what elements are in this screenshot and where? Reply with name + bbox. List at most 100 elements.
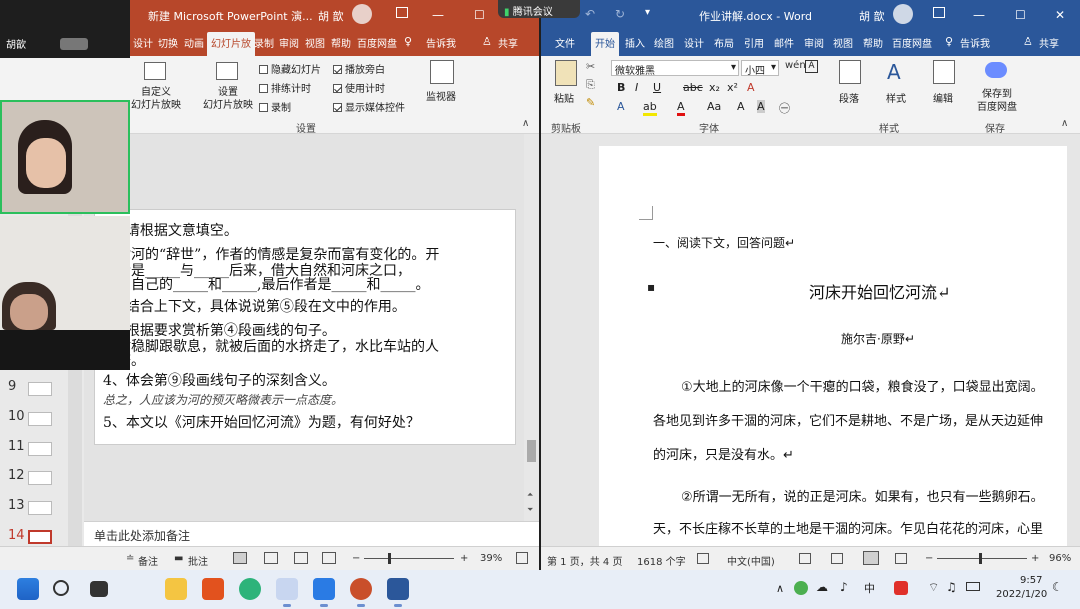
focus-mode-icon[interactable] xyxy=(799,553,811,564)
enclose-char-icon[interactable]: ㊀ xyxy=(779,100,790,116)
tab-help[interactable]: 帮助 xyxy=(863,35,883,50)
tab-baidu[interactable]: 百度网盘 xyxy=(892,35,932,50)
maximize-icon[interactable]: ☐ xyxy=(474,8,485,22)
slide-sorter-icon[interactable] xyxy=(264,552,278,564)
notes-button[interactable]: 备注 xyxy=(138,553,158,568)
search-icon[interactable] xyxy=(53,580,69,596)
grow-font-icon[interactable]: A xyxy=(737,100,745,113)
tab-file[interactable]: 文件 xyxy=(555,35,575,50)
zoom-level[interactable]: 39% xyxy=(480,553,502,564)
tab-design[interactable]: 设计 xyxy=(133,35,153,50)
char-border-icon[interactable]: A xyxy=(805,60,818,73)
paragraph-icon[interactable] xyxy=(839,60,861,84)
format-painter-icon[interactable]: ✎ xyxy=(586,96,595,109)
tab-mailings[interactable]: 邮件 xyxy=(774,35,794,50)
rehearse-button[interactable]: 排练计时 xyxy=(259,80,311,95)
wifi-icon[interactable]: ⌔ xyxy=(928,580,939,595)
word-icon[interactable] xyxy=(387,578,409,600)
char-shading-icon[interactable]: A xyxy=(757,100,765,113)
cut-icon[interactable]: ✂ xyxy=(586,60,595,73)
notes-pane[interactable]: 单击此处添加备注 xyxy=(84,521,539,546)
tab-design[interactable]: 设计 xyxy=(684,35,704,50)
baidu-cloud-icon[interactable] xyxy=(985,62,1007,78)
undo-icon[interactable]: ↶ xyxy=(585,7,595,21)
copy-icon[interactable]: ⎘ xyxy=(586,78,595,92)
tab-references[interactable]: 引用 xyxy=(744,35,764,50)
record-button[interactable]: 录制 xyxy=(259,99,291,114)
styles-button[interactable]: 样式 xyxy=(886,90,906,105)
meeting-indicator[interactable]: ▮ 腾讯会议 xyxy=(498,0,580,18)
prev-slide-icon[interactable]: ⏶ xyxy=(527,490,533,500)
zoom-level[interactable]: 96% xyxy=(1049,553,1071,564)
slide-thumbnail[interactable] xyxy=(28,382,52,396)
task-view-icon[interactable] xyxy=(90,581,108,597)
current-slide[interactable]: 1、请根据文意填空。 面对河的“辞世”，作者的情感是复杂而富有变化的。开 作者是… xyxy=(94,209,516,445)
maximize-icon[interactable]: ☐ xyxy=(1015,8,1026,22)
powerpoint-icon[interactable] xyxy=(350,578,372,600)
tab-review[interactable]: 审阅 xyxy=(279,35,299,50)
battery-icon[interactable] xyxy=(966,582,980,591)
setup-show-button[interactable]: 设置 幻灯片放映 xyxy=(200,86,256,112)
slide-scrollbar[interactable] xyxy=(524,134,539,546)
tab-draw[interactable]: 绘图 xyxy=(654,35,674,50)
app-icon[interactable] xyxy=(276,578,298,600)
edge-icon[interactable] xyxy=(239,578,261,600)
paragraph-button[interactable]: 段落 xyxy=(839,90,859,105)
tab-view[interactable]: 视图 xyxy=(305,35,325,50)
print-layout-icon[interactable] xyxy=(863,551,879,565)
underline-icon[interactable]: U xyxy=(653,81,661,94)
monitor-button[interactable]: 监视器 xyxy=(426,88,456,103)
editing-button[interactable]: 编辑 xyxy=(933,90,953,105)
read-mode-icon[interactable] xyxy=(831,553,843,564)
minimize-icon[interactable]: — xyxy=(973,8,985,22)
slideshow-view-icon[interactable] xyxy=(322,552,336,564)
video-tile[interactable]: 胡歆 xyxy=(0,0,130,58)
microphone-icon[interactable]: ♪ xyxy=(840,580,848,594)
comments-icon[interactable]: ▬ xyxy=(174,553,183,564)
show-media-checkbox[interactable]: 显示媒体控件 xyxy=(333,99,405,114)
tab-baidu[interactable]: 百度网盘 xyxy=(357,35,397,50)
highlight-icon[interactable]: ab xyxy=(643,100,657,116)
monitor-icon[interactable] xyxy=(430,60,454,84)
office-icon[interactable] xyxy=(202,578,224,600)
comments-button[interactable]: 批注 xyxy=(188,553,208,568)
tell-me-search[interactable]: 告诉我 xyxy=(426,35,456,50)
tray-cloud-icon[interactable]: ☁ xyxy=(816,580,828,594)
collapse-ribbon-icon[interactable]: ∧ xyxy=(522,118,529,129)
video-tile-active-speaker[interactable] xyxy=(0,100,130,214)
font-color-icon[interactable]: A xyxy=(677,100,685,116)
tab-insert[interactable]: 插入 xyxy=(625,35,645,50)
zoom-out-icon[interactable]: − xyxy=(925,553,933,564)
hide-slide-button[interactable]: 隐藏幻灯片 xyxy=(259,61,321,76)
document-page[interactable]: 一、阅读下文，回答问题↵ ▪ 河床开始回忆河流↵ 施尔吉·原野↵ ①大地上的河床… xyxy=(599,146,1067,546)
play-narration-checkbox[interactable]: 播放旁白 xyxy=(333,61,385,76)
tray-overflow-icon[interactable]: ∧ xyxy=(776,582,784,595)
text-effects-icon[interactable]: A xyxy=(617,100,625,113)
share-button[interactable]: 共享 xyxy=(498,35,518,50)
zoom-in-icon[interactable]: + xyxy=(460,553,468,564)
tell-me-search[interactable]: 告诉我 xyxy=(960,35,990,50)
zoom-slider[interactable] xyxy=(937,558,1027,559)
zoom-in-icon[interactable]: + xyxy=(1031,553,1039,564)
tab-animations[interactable]: 动画 xyxy=(184,35,204,50)
share-button[interactable]: 共享 xyxy=(1039,35,1059,50)
volume-icon[interactable]: ♫ xyxy=(946,580,957,594)
slide-thumbnail[interactable] xyxy=(28,471,52,485)
fit-to-window-icon[interactable] xyxy=(516,552,528,564)
use-timings-checkbox[interactable]: 使用计时 xyxy=(333,80,385,95)
paste-button[interactable]: 粘贴 xyxy=(554,90,574,105)
tab-layout[interactable]: 布局 xyxy=(714,35,734,50)
tab-home[interactable]: 开始 xyxy=(591,32,619,56)
ribbon-options-icon[interactable] xyxy=(933,7,945,18)
user-avatar-icon[interactable] xyxy=(352,4,372,24)
tab-review[interactable]: 审阅 xyxy=(804,35,824,50)
ribbon-options-icon[interactable] xyxy=(396,7,408,18)
tab-transitions[interactable]: 切换 xyxy=(158,35,178,50)
zoom-out-icon[interactable]: − xyxy=(352,553,360,564)
tray-red-icon[interactable] xyxy=(894,581,908,595)
start-icon[interactable] xyxy=(17,578,39,600)
custom-show-icon[interactable] xyxy=(144,62,166,80)
custom-show-button[interactable]: 自定义 幻灯片放映 xyxy=(130,86,182,112)
slide-thumbnail[interactable] xyxy=(28,412,52,426)
close-icon[interactable]: ✕ xyxy=(1055,8,1065,22)
